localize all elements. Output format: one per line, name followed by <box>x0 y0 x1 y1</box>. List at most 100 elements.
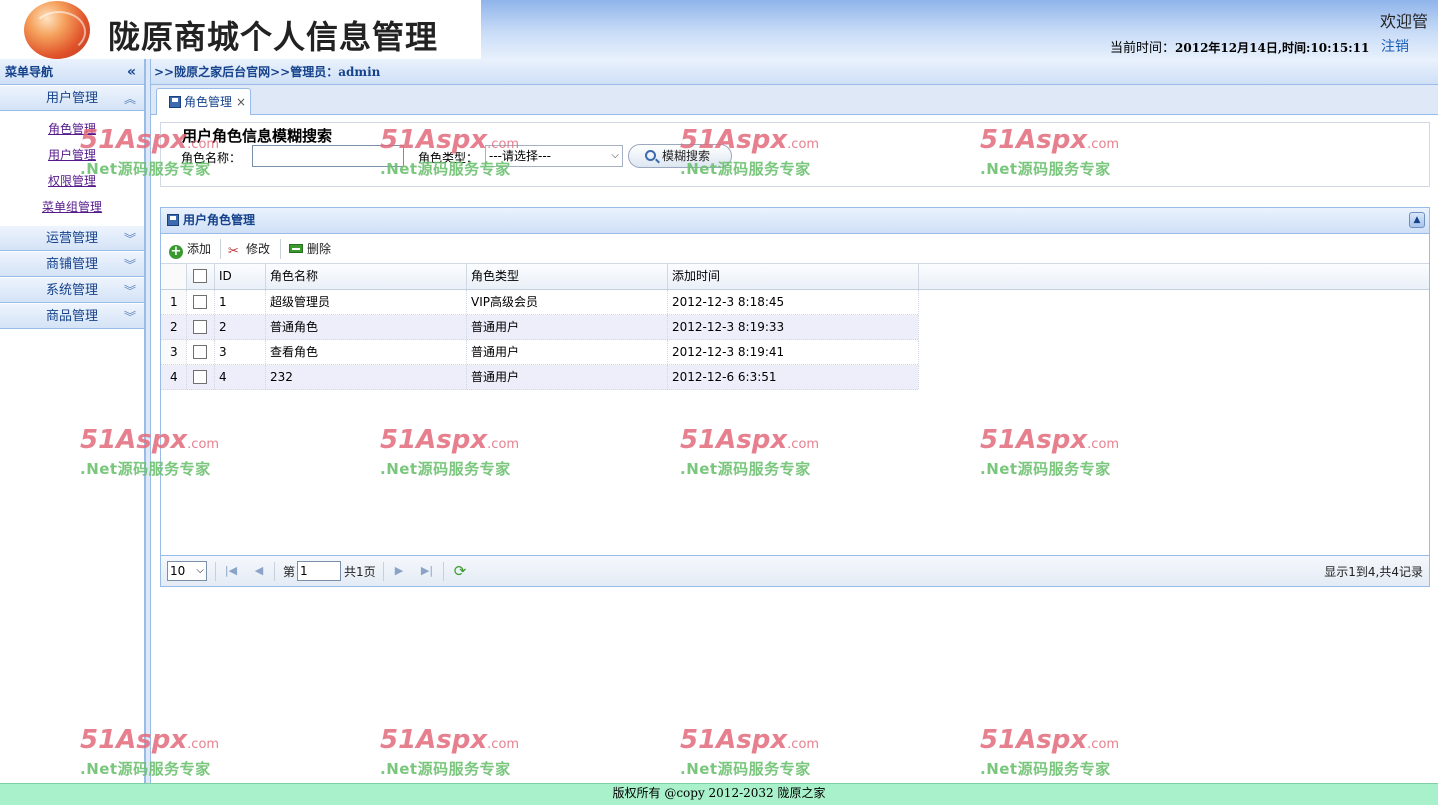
search-title: 用户角色信息模糊搜索 <box>182 127 333 145</box>
logo-area: 陇原商城个人信息管理 <box>0 0 481 59</box>
logout-link[interactable]: 注销 <box>1381 36 1409 56</box>
role-grid-panel: 用户角色管理 ▲ + 添加 ✂ 修改 删除 ID 角色名称 角色类型 添加时间 1 … <box>160 207 1430 587</box>
prev-page-icon[interactable]: ◀ <box>252 563 266 579</box>
pager-info: 显示1到4,共4记录 <box>1324 565 1423 579</box>
refresh-icon[interactable]: ⟳ <box>451 562 469 580</box>
role-type-label: 角色类型： <box>418 151 479 165</box>
close-icon[interactable]: × <box>236 89 246 115</box>
cell-type: 普通用户 <box>467 340 668 364</box>
cell-time: 2012-12-3 8:19:41 <box>668 340 919 364</box>
select-all-checkbox[interactable] <box>187 264 215 289</box>
sidebar-item-role[interactable]: 角色管理 <box>48 120 96 137</box>
search-panel: 用户角色信息模糊搜索 角色名称： 角色类型： ---请选择--- ⌵ 模糊搜索 <box>160 122 1430 187</box>
sidebar-item-user[interactable]: 用户管理 <box>48 146 96 163</box>
table-row[interactable]: 4 4 232 普通用户 2012-12-6 6:3:51 <box>161 365 919 390</box>
column-header-name[interactable]: 角色名称 <box>266 264 467 289</box>
nav-sidebar: 菜单导航 « 用户管理 ︽ 角色管理 用户管理 权限管理 菜单组管理 运营管理 … <box>0 59 145 783</box>
fuzzy-search-label: 模糊搜索 <box>662 149 711 163</box>
row-number: 3 <box>161 340 187 364</box>
sidebar-group-system[interactable]: 系统管理 ︾ <box>0 277 144 303</box>
column-header-time[interactable]: 添加时间 <box>668 264 919 289</box>
cell-name: 普通角色 <box>266 315 467 339</box>
app-header: 陇原商城个人信息管理 欢迎管 当前时间：2012年12月14日,时间:10:15… <box>0 0 1438 59</box>
app-title: 陇原商城个人信息管理 <box>108 18 439 56</box>
pagination-bar: 10 ⌵ |◀ ◀ 第 1 共1页 ▶ ▶| ⟳ 显示1到4,共4记录 <box>161 555 1429 586</box>
sidebar-item-menu-group[interactable]: 菜单组管理 <box>42 198 102 215</box>
page-total: 共1页 <box>344 565 376 579</box>
cell-id: 2 <box>215 315 266 339</box>
row-checkbox[interactable] <box>187 365 215 389</box>
sidebar-group-operations[interactable]: 运营管理 ︾ <box>0 225 144 251</box>
row-checkbox[interactable] <box>187 315 215 339</box>
cell-time: 2012-12-3 8:19:33 <box>668 315 919 339</box>
time-label: 当前时间： <box>1110 41 1176 56</box>
collapse-icon[interactable]: ▲ <box>1409 212 1425 228</box>
checkbox-icon <box>193 295 207 309</box>
page-prefix: 第 <box>283 565 296 579</box>
cell-name: 232 <box>266 365 467 389</box>
cell-time: 2012-12-3 8:18:45 <box>668 290 919 314</box>
sidebar-group-user[interactable]: 用户管理 ︽ <box>0 85 144 111</box>
chevron-down-icon: ︾ <box>123 232 136 246</box>
table-row[interactable]: 3 3 查看角色 普通用户 2012-12-3 8:19:41 <box>161 340 919 365</box>
sidebar-group-label: 用户管理 <box>45 91 98 106</box>
cell-type: VIP高级会员 <box>467 290 668 314</box>
pager-divider <box>215 562 216 581</box>
cell-name: 超级管理员 <box>266 290 467 314</box>
row-number: 1 <box>161 290 187 314</box>
double-chevron-left-icon[interactable]: « <box>127 59 136 85</box>
grid-toolbar: + 添加 ✂ 修改 删除 <box>161 234 1429 264</box>
table-row[interactable]: 1 1 超级管理员 VIP高级会员 2012-12-3 8:18:45 <box>161 290 919 315</box>
row-number: 2 <box>161 315 187 339</box>
cell-type: 普通用户 <box>467 365 668 389</box>
row-checkbox[interactable] <box>187 290 215 314</box>
delete-button[interactable]: 删除 <box>289 240 331 258</box>
fuzzy-search-button[interactable]: 模糊搜索 <box>628 144 732 168</box>
pager-divider <box>383 562 384 581</box>
add-label: 添加 <box>187 242 212 256</box>
tab-role-management[interactable]: 角色管理 × <box>156 88 251 115</box>
chevron-down-icon: ︾ <box>123 310 136 324</box>
breadcrumb: >>陇原之家后台官网>>管理员：admin <box>151 59 1438 85</box>
next-page-icon[interactable]: ▶ <box>392 563 406 579</box>
delete-icon <box>289 244 303 253</box>
edit-button[interactable]: ✂ 修改 <box>228 240 270 259</box>
chevron-down-icon: ⌵ <box>196 565 204 576</box>
cell-id: 3 <box>215 340 266 364</box>
checkbox-icon <box>193 345 207 359</box>
column-header-id[interactable]: ID <box>215 264 266 289</box>
floppy-icon <box>169 96 181 108</box>
sidebar-group-products[interactable]: 商品管理 ︾ <box>0 303 144 329</box>
grid-panel-title: 用户角色管理 <box>183 213 256 227</box>
page-size-value: 10 <box>170 564 186 578</box>
table-row[interactable]: 2 2 普通角色 普通用户 2012-12-3 8:19:33 <box>161 315 919 340</box>
sidebar-title-label: 菜单导航 <box>5 65 54 79</box>
sidebar-group-label: 运营管理 <box>45 231 98 246</box>
footer: 版权所有 @copy 2012-2032 陇原之家 <box>0 783 1438 805</box>
chevron-down-icon: ︾ <box>123 258 136 272</box>
sidebar-group-label: 系统管理 <box>45 283 98 298</box>
page-number-input[interactable]: 1 <box>297 561 341 581</box>
last-page-icon[interactable]: ▶| <box>420 563 434 579</box>
floppy-icon <box>167 214 179 226</box>
tab-label: 角色管理 <box>184 95 233 109</box>
sidebar-group-shops[interactable]: 商铺管理 ︾ <box>0 251 144 277</box>
cell-id: 4 <box>215 365 266 389</box>
globe-logo-icon <box>24 1 90 59</box>
column-header-type[interactable]: 角色类型 <box>467 264 668 289</box>
pager-divider <box>443 562 444 581</box>
cell-name: 查看角色 <box>266 340 467 364</box>
grid-panel-header: 用户角色管理 ▲ <box>161 208 1429 234</box>
cell-id: 1 <box>215 290 266 314</box>
role-type-select[interactable]: ---请选择--- ⌵ <box>485 145 623 167</box>
add-button[interactable]: + 添加 <box>169 240 212 259</box>
role-name-input[interactable] <box>252 145 404 167</box>
time-value: 2012年12月14日,时间:10:15:11 <box>1175 41 1370 55</box>
first-page-icon[interactable]: |◀ <box>224 563 238 579</box>
sidebar-item-permission[interactable]: 权限管理 <box>48 172 96 189</box>
chevron-up-icon: ︽ <box>123 92 136 106</box>
chevron-down-icon: ⌵ <box>611 150 619 161</box>
page-size-select[interactable]: 10 ⌵ <box>167 561 207 581</box>
sidebar-title: 菜单导航 « <box>0 59 144 85</box>
row-checkbox[interactable] <box>187 340 215 364</box>
